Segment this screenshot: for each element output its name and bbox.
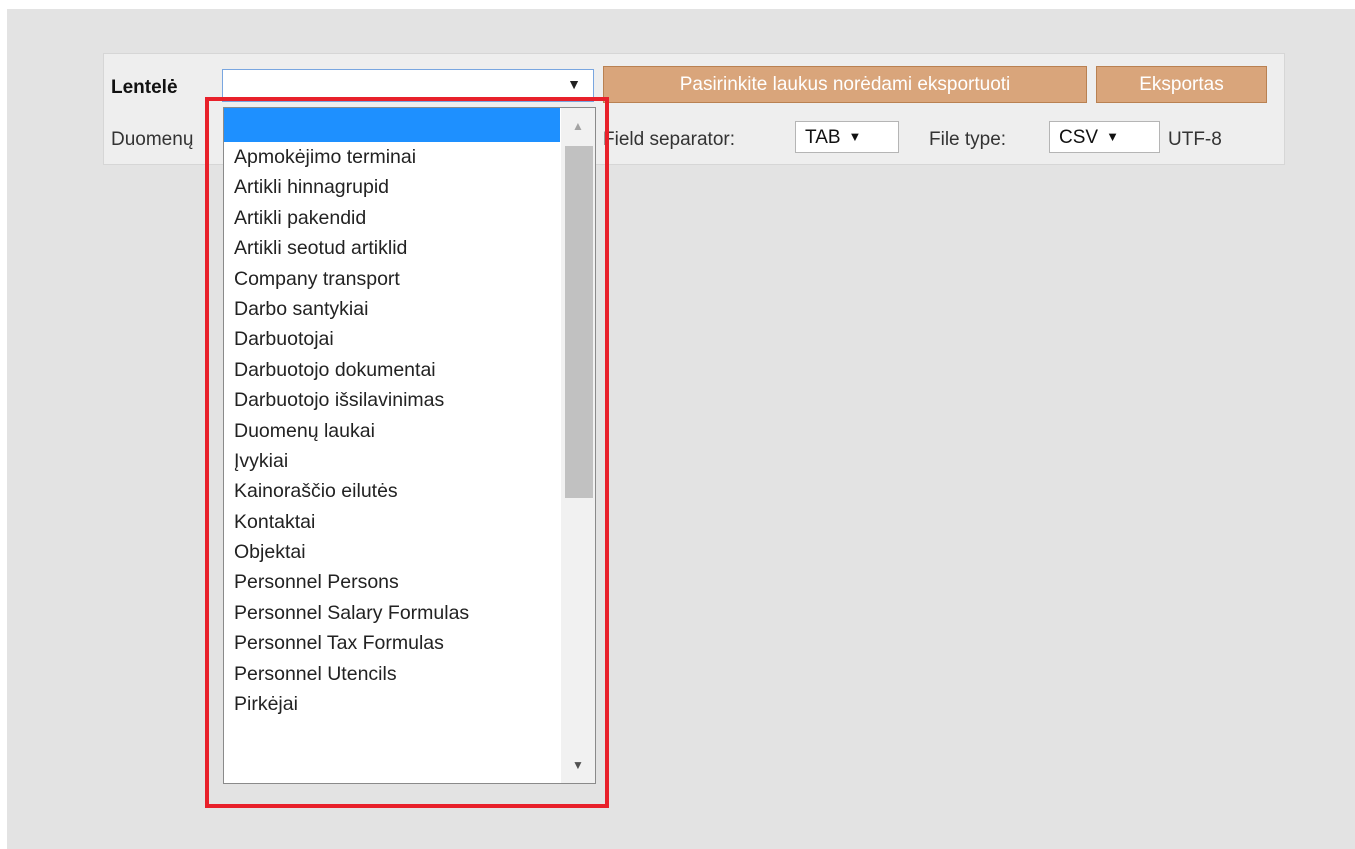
dropdown-option[interactable]: Darbuotojo dokumentai <box>224 355 560 385</box>
field-separator-select[interactable]: TAB ▼ <box>795 121 899 153</box>
dropdown-option-empty[interactable] <box>224 108 560 142</box>
dropdown-option[interactable]: Apmokėjimo terminai <box>224 142 560 172</box>
dropdown-option[interactable]: Darbuotojo išsilavinimas <box>224 385 560 415</box>
dropdown-option[interactable]: Objektai <box>224 537 560 567</box>
scroll-up-icon[interactable]: ▲ <box>561 118 595 134</box>
dropdown-option[interactable]: Artikli seotud artiklid <box>224 233 560 263</box>
dropdown-option[interactable]: Kainoraščio eilutės <box>224 476 560 506</box>
dropdown-option[interactable]: Company transport <box>224 264 560 294</box>
dropdown-option[interactable]: Darbuotojai <box>224 324 560 354</box>
dropdown-option[interactable]: Personnel Salary Formulas <box>224 598 560 628</box>
dropdown-option[interactable]: Personnel Persons <box>224 567 560 597</box>
table-select[interactable]: ▼ <box>222 69 594 102</box>
select-fields-button[interactable]: Pasirinkite laukus norėdami eksportuoti <box>603 66 1087 103</box>
dropdown-option[interactable]: Kontaktai <box>224 507 560 537</box>
dropdown-option[interactable]: Artikli pakendid <box>224 203 560 233</box>
scroll-down-icon[interactable]: ▼ <box>561 757 595 773</box>
file-type-label: File type: <box>929 129 1007 150</box>
chevron-down-icon: ▼ <box>567 76 581 92</box>
dropdown-option[interactable]: Artikli hinnagrupid <box>224 172 560 202</box>
file-type-value: CSV <box>1059 127 1099 148</box>
chevron-down-icon: ▼ <box>1106 129 1119 144</box>
dropdown-options: Apmokėjimo terminai Artikli hinnagrupid … <box>224 108 560 719</box>
table-label: Lentelė <box>111 77 178 98</box>
dropdown-scrollbar[interactable]: ▲ ▼ <box>561 108 595 783</box>
scrollbar-thumb[interactable] <box>565 146 593 498</box>
data-label: Duomenų <box>111 129 194 150</box>
dropdown-option[interactable]: Personnel Tax Formulas <box>224 628 560 658</box>
file-type-select[interactable]: CSV ▼ <box>1049 121 1160 153</box>
export-button[interactable]: Eksportas <box>1096 66 1267 103</box>
dropdown-option[interactable]: Darbo santykiai <box>224 294 560 324</box>
dropdown-option[interactable]: Įvykiai <box>224 446 560 476</box>
encoding-label: UTF-8 <box>1168 129 1222 150</box>
field-separator-value: TAB <box>805 127 841 148</box>
dropdown-option[interactable]: Pirkėjai <box>224 689 560 719</box>
dropdown-option[interactable]: Personnel Utencils <box>224 659 560 689</box>
dropdown-option[interactable]: Duomenų laukai <box>224 416 560 446</box>
field-separator-label: Field separator: <box>603 129 736 150</box>
chevron-down-icon: ▼ <box>848 129 862 144</box>
table-dropdown-list[interactable]: Apmokėjimo terminai Artikli hinnagrupid … <box>223 107 596 784</box>
